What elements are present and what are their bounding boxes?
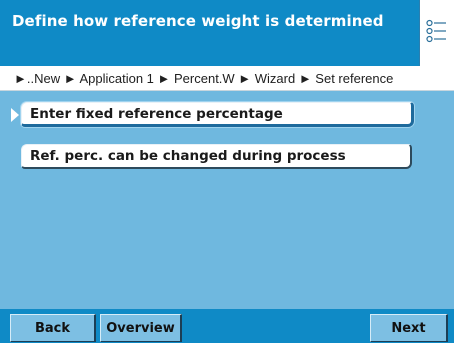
option-enter-fixed-reference-percentage[interactable]: Enter fixed reference percentage (21, 102, 414, 127)
softkey-bar: Back Overview Next (0, 309, 454, 343)
header-bar: Define how reference weight is determine… (0, 0, 454, 66)
back-button[interactable]: Back (10, 314, 96, 342)
app-screen: Define how reference weight is determine… (0, 0, 454, 343)
list-menu-button[interactable] (419, 0, 454, 66)
overview-button[interactable]: Overview (100, 314, 182, 342)
option-ref-perc-changeable-during-process[interactable]: Ref. perc. can be changed during process (21, 144, 412, 169)
next-button[interactable]: Next (370, 314, 448, 342)
breadcrumb: ►..New ► Application 1 ► Percent.W ► Wiz… (0, 66, 454, 91)
selection-pointer-icon (11, 108, 19, 122)
list-menu-icon (426, 19, 446, 43)
page-title: Define how reference weight is determine… (12, 12, 384, 30)
